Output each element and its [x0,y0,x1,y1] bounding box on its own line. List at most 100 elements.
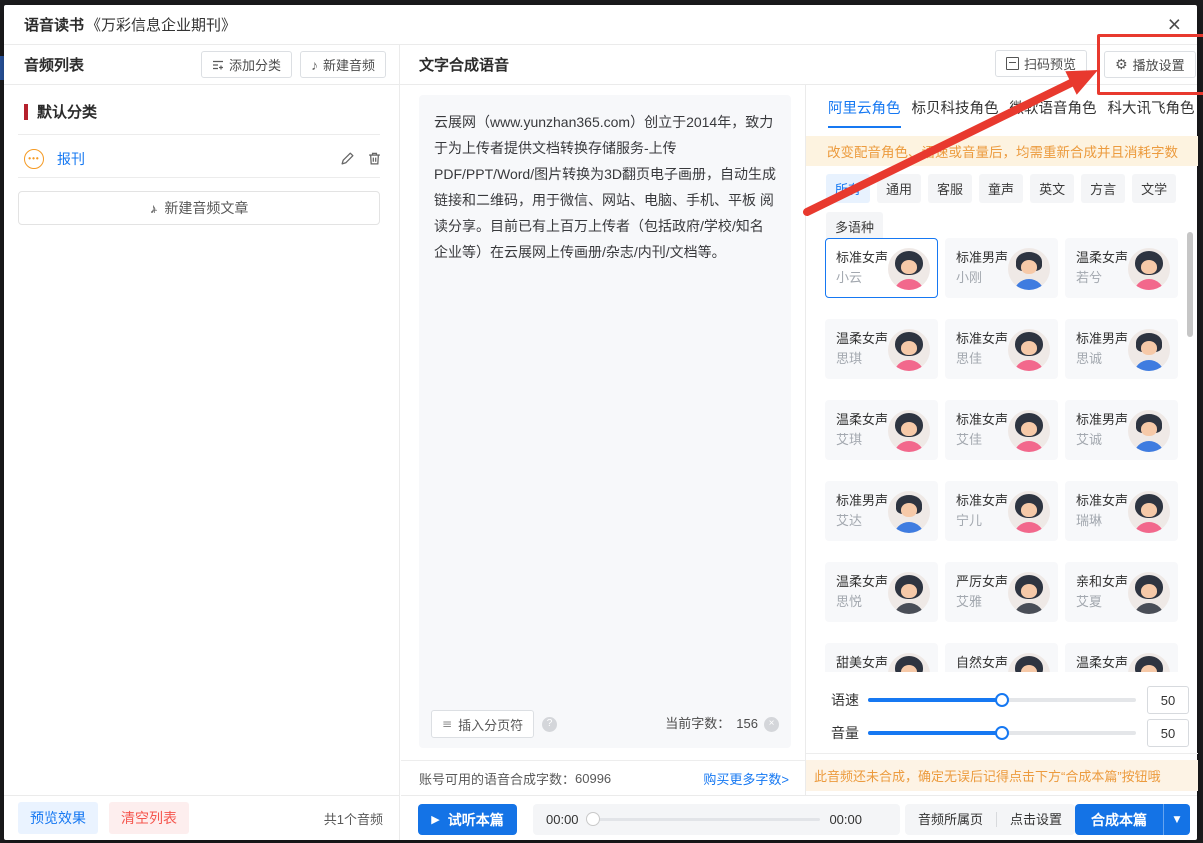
voice-card[interactable]: 温柔女声 思悦 [825,562,938,622]
avatar-shirt [894,603,924,614]
avatar-face [1021,422,1037,436]
voice-card[interactable]: 标准女声 思佳 [945,319,1058,379]
play-icon: ▶ [431,813,439,826]
play-settings-button[interactable]: ⚙ 播放设置 [1104,51,1196,78]
slider-track[interactable] [868,731,1136,735]
buy-more-link[interactable]: 购买更多字数> [703,769,789,788]
tts-text-input[interactable]: 云展网（www.yunzhan365.com）创立于2014年，致力于为上传者提… [419,95,791,748]
voice-provider-tab[interactable]: 阿里云角色 [828,97,901,128]
voice-card[interactable]: 温柔女声 [1065,643,1178,672]
synthesize-label: 合成本篇 [1075,810,1163,830]
slider-label: 语速 [831,690,864,710]
voice-provider-tab[interactable]: 标贝科技角色 [912,97,999,128]
chip-label: 文学 [1141,182,1167,197]
voice-avatar [888,491,930,533]
scan-preview-label: 扫码预览 [1024,54,1076,73]
voice-avatar [888,572,930,614]
voice-filter-chip[interactable]: 通用 [877,174,921,203]
tts-editor-panel: 文字合成语音 云展网（www.yunzhan365.com）创立于2014年，致… [401,45,805,840]
audio-item-baokan[interactable]: ••• 报刊 [24,142,386,175]
voice-filter-chip[interactable]: 所有 [826,174,870,203]
avatar-face [901,665,917,672]
avatar-face [1141,341,1157,355]
delete-icon[interactable] [367,151,382,166]
dialog-title: 语音读书 [24,14,84,35]
slider-value-input[interactable] [1147,686,1189,714]
slider-value-input[interactable] [1147,719,1189,747]
voice-avatar [1008,572,1050,614]
voice-card[interactable]: 甜美女声 [825,643,938,672]
page-settings-button[interactable]: 点击设置 [997,804,1075,835]
avatar-face [1141,422,1157,436]
slider-thumb[interactable] [995,693,1009,707]
close-icon[interactable]: × [1168,11,1181,37]
voice-reading-dialog: 语音读书 《万彩信息企业期刊》 × 扫码预览 ⚙ 播放设置 音频列表 添加分类 [4,5,1197,840]
new-audio-article-button[interactable]: ♪ + 新建音频文章 [18,191,380,225]
voice-card[interactable]: 标准男声 小刚 [945,238,1058,298]
char-count-value: 156 [736,711,758,737]
chip-label: 所有 [835,182,861,197]
add-category-button[interactable]: 添加分类 [201,51,292,78]
voice-filter-chip[interactable]: 英文 [1030,174,1074,203]
voice-avatar [1008,491,1050,533]
voice-card[interactable]: 标准女声 宁儿 [945,481,1058,541]
tab-label: 科大讯飞角色 [1108,101,1195,117]
voice-card[interactable]: 标准女声 艾佳 [945,400,1058,460]
edit-icon[interactable] [340,151,355,166]
avatar-shirt [1014,279,1044,290]
voice-card[interactable]: 标准男声 艾达 [825,481,938,541]
voice-card[interactable]: 标准女声 瑞琳 [1065,481,1178,541]
voice-filter-chip[interactable]: 客服 [928,174,972,203]
voice-card[interactable]: 亲和女声 艾夏 [1065,562,1178,622]
slider-thumb[interactable] [995,726,1009,740]
voice-card[interactable]: 温柔女声 若兮 [1065,238,1178,298]
voice-filter-chip[interactable]: 多语种 [826,212,883,241]
gear-icon: ⚙ [1115,58,1128,72]
listen-button[interactable]: ▶ 试听本篇 [418,804,517,835]
voice-card[interactable]: 标准男声 艾诚 [1065,400,1178,460]
scrollbar-thumb[interactable] [1187,232,1193,337]
avatar-face [1021,584,1037,598]
chevron-down-icon[interactable]: ▼ [1164,815,1190,825]
category-default[interactable]: 默认分类 [24,101,97,122]
clear-text-icon[interactable]: × [764,717,779,732]
avatar-face [1021,341,1037,355]
voice-filter-chip[interactable]: 文学 [1132,174,1176,203]
voice-provider-tab[interactable]: 科大讯飞角色 [1108,97,1195,128]
voice-list-scrollbar[interactable] [1187,230,1193,672]
voice-provider-tab[interactable]: 微软语音角色 [1010,97,1097,128]
new-audio-button[interactable]: ♪ 新建音频 [300,51,386,78]
avatar-shirt [1134,522,1164,533]
help-icon[interactable]: ? [542,717,557,732]
category-name: 默认分类 [37,101,97,122]
voice-card[interactable]: 温柔女声 思琪 [825,319,938,379]
account-quota-row: 账号可用的语音合成字数： 60996 购买更多字数> [401,760,805,795]
current-time: 00:00 [546,812,579,827]
seek-thumb[interactable] [586,812,600,826]
avatar-face [901,260,917,274]
scan-preview-button[interactable]: 扫码预览 [995,50,1087,77]
slider-row: 语速 [831,688,1198,712]
preview-effect-button[interactable]: 预览效果 [18,802,98,834]
voice-filter-chip[interactable]: 方言 [1081,174,1125,203]
unsynthesized-notice-text: 此音频还未合成，确定无误后记得点击下方“合成本篇”按钮哦 [814,766,1161,785]
audio-list-panel: 音频列表 添加分类 ♪ 新建音频 默认分类 [4,45,400,840]
voice-card[interactable]: 严厉女声 艾雅 [945,562,1058,622]
divider [18,177,380,178]
avatar-shirt [1014,522,1044,533]
resynthesis-warning: 改变配音角色、语速或音量后，均需重新合成并且消耗字数 [806,136,1198,166]
synthesize-button[interactable]: 合成本篇 ▼ [1075,804,1190,835]
voice-filter-chip[interactable]: 童声 [979,174,1023,203]
insert-page-break-button[interactable]: ≡ 插入分页符 [431,710,534,738]
slider-fill [868,731,1002,735]
seek-track[interactable] [588,818,821,821]
voice-card[interactable]: 温柔女声 艾琪 [825,400,938,460]
tts-editor-title: 文字合成语音 [419,54,509,75]
slider-track[interactable] [868,698,1136,702]
clear-list-button[interactable]: 清空列表 [109,802,189,834]
audio-page-label[interactable]: 音频所属页 [905,804,996,835]
voice-card[interactable]: 标准女声 小云 [825,238,938,298]
voice-card[interactable]: 标准男声 思诚 [1065,319,1178,379]
voice-card[interactable]: 自然女声 [945,643,1058,672]
voice-avatar [888,329,930,371]
